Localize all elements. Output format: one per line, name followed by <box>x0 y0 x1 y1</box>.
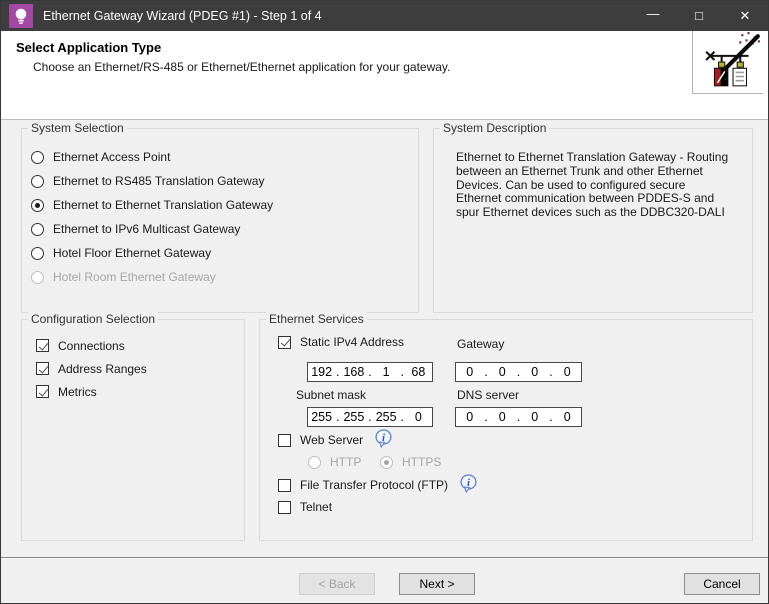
cancel-button[interactable]: Cancel <box>684 573 760 595</box>
ip-octet: 255 <box>340 410 367 424</box>
ip-octet: 0 <box>554 410 582 424</box>
page-title: Select Application Type <box>16 40 161 55</box>
system-description-text: Ethernet to Ethernet Translation Gateway… <box>434 129 752 220</box>
ip-octet: 0 <box>405 410 432 424</box>
checkbox-icon-checked <box>36 385 49 398</box>
footer-divider <box>1 557 768 559</box>
checkbox-label: Web Server <box>300 433 363 447</box>
checkbox-label: Static IPv4 Address <box>300 335 404 349</box>
ip-octet: 168 <box>340 365 367 379</box>
checkbox-connections[interactable]: Connections <box>36 334 244 357</box>
close-button[interactable]: ✕ <box>722 1 768 31</box>
wizard-header: Select Application Type Choose an Ethern… <box>1 31 768 120</box>
info-icon[interactable]: i <box>460 474 477 496</box>
radio-hotel-floor-ethernet-gateway[interactable]: Hotel Floor Ethernet Gateway <box>31 241 418 265</box>
checkbox-label: Telnet <box>300 500 332 514</box>
radio-icon-disabled <box>31 271 44 284</box>
ethernet-services-group: Ethernet Services Static IPv4 Address Ga… <box>259 319 753 541</box>
system-description-group-label: System Description <box>440 121 549 135</box>
radio-icon <box>31 247 44 260</box>
gateway-label: Gateway <box>457 337 504 351</box>
radio-ethernet-access-point[interactable]: Ethernet Access Point <box>31 145 418 169</box>
ip-octet: 0 <box>456 410 484 424</box>
checkbox-icon <box>278 479 291 492</box>
system-selection-options: Ethernet Access Point Ethernet to RS485 … <box>22 129 418 289</box>
window-controls: — □ ✕ <box>630 1 768 31</box>
configuration-selection-group: Configuration Selection Connections Addr… <box>21 319 245 541</box>
subnet-mask-field[interactable]: 255.255.255.0 <box>307 407 433 427</box>
radio-ethernet-to-rs485-translation-gateway[interactable]: Ethernet to RS485 Translation Gateway <box>31 169 418 193</box>
static-ipv4-address-field[interactable]: 192.168.1.68 <box>307 362 433 382</box>
checkbox-label: File Transfer Protocol (FTP) <box>300 478 448 492</box>
radio-icon <box>31 223 44 236</box>
gateway-field[interactable]: 0.0.0.0 <box>455 362 582 382</box>
window-title: Ethernet Gateway Wizard (PDEG #1) - Step… <box>43 9 322 23</box>
ip-octet: 0 <box>521 410 549 424</box>
radio-label: HTTP <box>330 455 361 469</box>
ethernet-services-group-label: Ethernet Services <box>266 312 367 326</box>
checkbox-icon-checked <box>278 336 291 349</box>
ip-octet: 255 <box>308 410 335 424</box>
radio-label: Ethernet to RS485 Translation Gateway <box>53 174 264 188</box>
system-description-group: System Description Ethernet to Ethernet … <box>433 128 753 313</box>
ip-octet: 1 <box>373 365 400 379</box>
title-bar: Ethernet Gateway Wizard (PDEG #1) - Step… <box>1 1 768 31</box>
checkbox-metrics[interactable]: Metrics <box>36 380 244 403</box>
lightbulb-icon <box>9 4 33 28</box>
checkbox-telnet[interactable]: Telnet <box>278 499 332 515</box>
radio-ethernet-to-ethernet-translation-gateway[interactable]: Ethernet to Ethernet Translation Gateway <box>31 193 418 217</box>
subnet-mask-label: Subnet mask <box>296 388 366 402</box>
maximize-button[interactable]: □ <box>676 1 722 31</box>
page-subtitle: Choose an Ethernet/RS-485 or Ethernet/Et… <box>33 60 450 74</box>
radio-icon <box>31 175 44 188</box>
radio-icon-disabled <box>308 456 321 469</box>
checkbox-address-ranges[interactable]: Address Ranges <box>36 357 244 380</box>
radio-icon <box>31 151 44 164</box>
radio-hotel-room-ethernet-gateway: Hotel Room Ethernet Gateway <box>31 265 418 289</box>
minimize-button[interactable]: — <box>630 1 676 31</box>
ip-octet: 192 <box>308 365 335 379</box>
checkbox-ftp[interactable]: File Transfer Protocol (FTP) i <box>278 477 477 493</box>
checkbox-icon <box>278 501 291 514</box>
ip-octet: 0 <box>521 365 549 379</box>
configuration-selection-group-label: Configuration Selection <box>28 312 158 326</box>
radio-label: HTTPS <box>402 455 441 469</box>
checkbox-label: Metrics <box>58 385 97 399</box>
radio-icon-disabled-selected <box>380 456 393 469</box>
checkbox-icon <box>278 434 291 447</box>
ip-octet: 68 <box>405 365 432 379</box>
dns-server-field[interactable]: 0.0.0.0 <box>455 407 582 427</box>
radio-label: Hotel Floor Ethernet Gateway <box>53 246 211 260</box>
checkbox-label: Connections <box>58 339 125 353</box>
checkbox-static-ipv4-address[interactable]: Static IPv4 Address <box>278 334 404 350</box>
ip-octet: 255 <box>373 410 400 424</box>
configuration-selection-options: Connections Address Ranges Metrics <box>22 320 244 403</box>
system-selection-group-label: System Selection <box>28 121 127 135</box>
checkbox-label: Address Ranges <box>58 362 147 376</box>
radio-label: Hotel Room Ethernet Gateway <box>53 270 216 284</box>
back-button[interactable]: < Back <box>299 573 375 595</box>
next-button[interactable]: Next > <box>399 573 475 595</box>
ip-octet: 0 <box>456 365 484 379</box>
radio-label: Ethernet to IPv6 Multicast Gateway <box>53 222 240 236</box>
system-selection-group: System Selection Ethernet Access Point E… <box>21 128 419 313</box>
radio-icon-selected <box>31 199 44 212</box>
checkbox-icon-checked <box>36 339 49 352</box>
checkbox-web-server[interactable]: Web Server i <box>278 432 392 448</box>
radio-https: HTTPS <box>380 454 441 470</box>
wizard-dialog: Ethernet Gateway Wizard (PDEG #1) - Step… <box>0 0 769 604</box>
magic-wand-devices-icon <box>692 31 763 94</box>
radio-label: Ethernet Access Point <box>53 150 170 164</box>
checkbox-icon-checked <box>36 362 49 375</box>
radio-ethernet-to-ipv6-multicast-gateway[interactable]: Ethernet to IPv6 Multicast Gateway <box>31 217 418 241</box>
dns-server-label: DNS server <box>457 388 519 402</box>
ip-octet: 0 <box>489 365 517 379</box>
ip-octet: 0 <box>489 410 517 424</box>
radio-label: Ethernet to Ethernet Translation Gateway <box>53 198 273 212</box>
ip-octet: 0 <box>554 365 582 379</box>
radio-http: HTTP <box>308 454 361 470</box>
info-icon[interactable]: i <box>375 429 392 451</box>
